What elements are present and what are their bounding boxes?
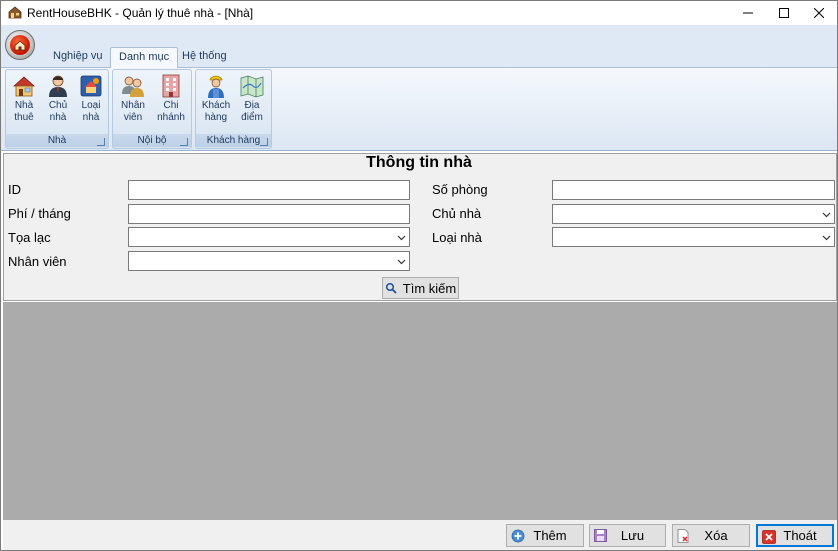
toa-lac-combo[interactable] bbox=[128, 227, 410, 247]
window-title: RentHouseBHK - Quản lý thuê nhà - [Nhà] bbox=[27, 6, 254, 20]
ribbon-group-noi-bo: Nhân viên Chi nhánh Nội bộ bbox=[112, 69, 192, 149]
results-grid[interactable] bbox=[3, 302, 837, 520]
chu-nha-combo[interactable] bbox=[552, 204, 835, 224]
tab-nghiep-vu[interactable]: Nghiệp vụ bbox=[45, 47, 111, 68]
them-button[interactable]: Thêm bbox=[506, 524, 584, 547]
app-house-icon bbox=[8, 6, 22, 19]
tab-danh-muc[interactable]: Danh mục bbox=[110, 47, 179, 68]
chevron-down-icon bbox=[397, 259, 406, 265]
chevron-down-icon bbox=[822, 212, 831, 218]
phi-thang-label: Phí / tháng bbox=[8, 206, 71, 221]
chu-nha-field-label: Chủ nhà bbox=[432, 206, 482, 221]
group-launcher-icon[interactable] bbox=[97, 138, 105, 146]
title-bar: RentHouseBHK - Quản lý thuê nhà - [Nhà] bbox=[1, 1, 837, 25]
chevron-down-icon bbox=[397, 235, 406, 241]
id-label: ID bbox=[8, 182, 21, 197]
delete-icon bbox=[677, 529, 689, 543]
toa-lac-label: Tọa lạc bbox=[8, 230, 51, 245]
nhan-vien-button[interactable]: Nhân viên bbox=[117, 72, 149, 124]
close-window-button[interactable] bbox=[799, 1, 837, 25]
chi-nhanh-button[interactable]: Chi nhánh bbox=[155, 72, 187, 124]
dia-diem-label: Địa điểm bbox=[241, 100, 263, 123]
chevron-down-icon bbox=[822, 235, 831, 241]
dia-diem-button[interactable]: Địa điểm bbox=[236, 72, 268, 124]
so-phong-label: Số phòng bbox=[432, 182, 488, 197]
loai-nha-field-label: Loại nhà bbox=[432, 230, 482, 245]
group-label-nha: Nhà bbox=[6, 134, 108, 147]
loai-nha-label: Loại nhà bbox=[81, 100, 101, 123]
ribbon-group-khach-hang: Khách hàng Địa điểm Khách hàng bbox=[195, 69, 272, 149]
minimize-icon bbox=[743, 12, 753, 14]
branch-icon bbox=[162, 74, 180, 98]
map-icon bbox=[240, 75, 264, 98]
khach-hang-label: Khách hàng bbox=[201, 100, 231, 123]
save-icon bbox=[594, 529, 607, 542]
nha-thue-button[interactable]: Nhà thuê bbox=[9, 72, 39, 124]
xoa-button[interactable]: Xóa bbox=[672, 524, 750, 547]
khach-hang-button[interactable]: Khách hàng bbox=[199, 72, 233, 124]
phi-thang-field[interactable] bbox=[128, 204, 410, 224]
add-icon bbox=[511, 529, 525, 543]
employees-icon bbox=[122, 76, 144, 97]
close-icon bbox=[814, 8, 824, 18]
chi-nhanh-label: Chi nhánh bbox=[157, 100, 185, 123]
group-launcher-icon[interactable] bbox=[180, 138, 188, 146]
search-button-label: Tìm kiếm bbox=[402, 280, 457, 296]
so-phong-field[interactable] bbox=[552, 180, 835, 200]
search-button[interactable]: Tìm kiếm bbox=[382, 277, 459, 299]
group-launcher-icon[interactable] bbox=[260, 138, 268, 146]
maximize-button[interactable] bbox=[764, 1, 804, 25]
house-type-icon bbox=[80, 75, 102, 97]
search-icon bbox=[385, 282, 397, 294]
loai-nha-combo[interactable] bbox=[552, 227, 835, 247]
id-field[interactable] bbox=[128, 180, 410, 200]
chu-nha-button[interactable]: Chủ nhà bbox=[43, 72, 73, 124]
chu-nha-label: Chủ nhà bbox=[48, 100, 68, 123]
application-menu-button[interactable] bbox=[5, 30, 35, 60]
ribbon-group-nha: Nhà thuê Chủ nhà Loại nhà Nhà bbox=[5, 69, 109, 149]
form-title: Thông tin nhà bbox=[366, 154, 472, 171]
thoat-button[interactable]: Thoát bbox=[756, 524, 834, 547]
customer-icon bbox=[208, 75, 224, 98]
main-window: RentHouseBHK - Quản lý thuê nhà - [Nhà] … bbox=[0, 0, 838, 551]
maximize-icon bbox=[779, 8, 789, 18]
nhan-vien-field-label: Nhân viên bbox=[8, 254, 67, 269]
exit-icon bbox=[762, 530, 776, 544]
tab-he-thong[interactable]: Hệ thống bbox=[174, 47, 235, 68]
luu-button[interactable]: Lưu bbox=[589, 524, 666, 547]
house-rent-icon bbox=[12, 76, 36, 97]
owner-icon bbox=[49, 75, 67, 97]
home-icon bbox=[10, 35, 30, 55]
nhan-vien-label: Nhân viên bbox=[121, 100, 145, 123]
minimize-button[interactable] bbox=[728, 1, 768, 25]
loai-nha-button[interactable]: Loại nhà bbox=[76, 72, 106, 124]
nhan-vien-combo[interactable] bbox=[128, 251, 410, 271]
nha-thue-label: Nhà thuê bbox=[14, 100, 34, 123]
